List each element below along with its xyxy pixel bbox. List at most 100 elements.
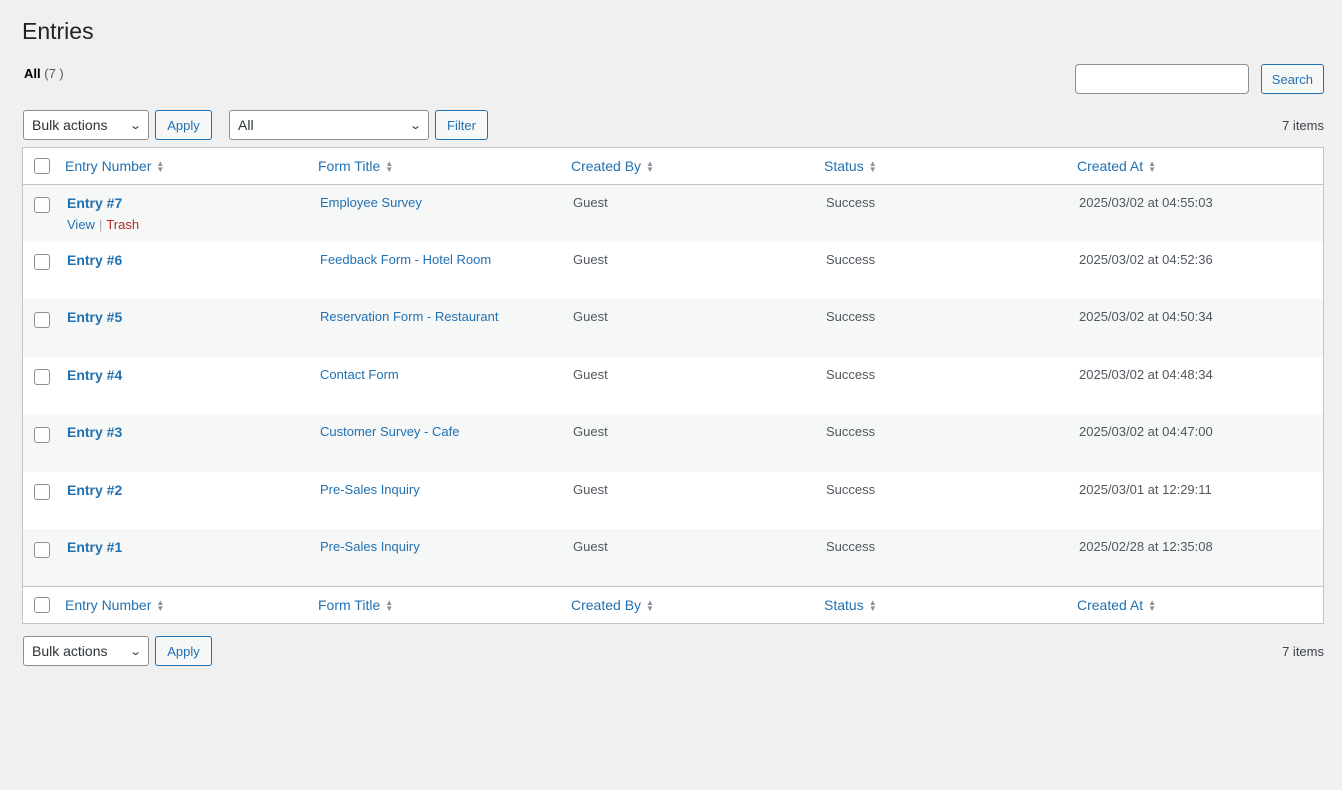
search-button[interactable]: Search (1260, 64, 1324, 94)
column-header-status[interactable]: Status ▲ ▼ (814, 148, 1067, 184)
tablenav-bottom: Bulk actions ⌄ Apply 7 items (23, 636, 1324, 666)
table-row: Entry #2 Pre-Sales Inquiry Guest Success… (23, 471, 1323, 529)
created-at-cell: 2025/03/02 at 04:55:03 (1079, 194, 1213, 210)
column-header-entry-number[interactable]: Entry Number ▲ ▼ (55, 148, 308, 184)
search-input[interactable] (1074, 64, 1249, 94)
status-cell: Success (826, 251, 876, 267)
form-title-link[interactable]: Contact Form (320, 367, 399, 382)
column-footer-form-title[interactable]: Form Title ▲ ▼ (308, 587, 561, 623)
search-box: Search (1074, 64, 1324, 94)
chevron-down-icon: ⌄ (128, 119, 142, 132)
sort-icon[interactable]: ▲ ▼ (385, 599, 393, 613)
table-row: Entry #7 View | Trash Employee Survey Gues… (23, 184, 1323, 242)
apply-button[interactable]: Apply (155, 110, 212, 140)
entry-link[interactable]: Entry #3 (67, 424, 122, 440)
row-checkbox[interactable] (34, 541, 50, 558)
entry-link[interactable]: Entry #6 (67, 252, 122, 268)
sort-icon[interactable]: ▲ ▼ (156, 599, 164, 613)
status-cell: Success (826, 424, 876, 439)
table-footer-row: Entry Number ▲ ▼ Form Title ▲ ▼ Created By ▲ ▼… (23, 586, 1323, 623)
form-filter-value: All (238, 117, 254, 133)
view-all-label[interactable]: All (24, 66, 41, 81)
sort-icon[interactable]: ▲ ▼ (646, 599, 654, 613)
created-at-cell: 2025/03/02 at 04:47:00 (1079, 424, 1213, 439)
apply-button-bottom[interactable]: Apply (155, 636, 212, 666)
entry-link[interactable]: Entry #2 (67, 482, 122, 498)
form-title-link[interactable]: Customer Survey - Cafe (320, 424, 459, 439)
bulk-actions-select-bottom[interactable]: Bulk actions ⌄ (23, 636, 149, 666)
row-checkbox[interactable] (34, 426, 50, 443)
column-footer-status[interactable]: Status ▲ ▼ (814, 587, 1067, 623)
select-all-checkbox[interactable] (34, 597, 50, 614)
form-title-link[interactable]: Reservation Form - Restaurant (320, 309, 498, 324)
entry-link[interactable]: Entry #7 (67, 195, 122, 211)
created-by-cell: Guest (573, 424, 608, 439)
status-cell: Success (826, 366, 876, 382)
bulk-actions-select[interactable]: Bulk actions ⌄ (23, 110, 149, 140)
row-checkbox[interactable] (34, 369, 50, 386)
sort-icon[interactable]: ▲ ▼ (385, 160, 393, 174)
view-filter-all[interactable]: All (7 ) (24, 66, 64, 81)
column-footer-created-at[interactable]: Created At ▲ ▼ (1067, 587, 1323, 623)
sort-icon[interactable]: ▲ ▼ (869, 160, 877, 174)
column-header-form-title[interactable]: Form Title ▲ ▼ (308, 148, 561, 184)
status-cell: Success (826, 194, 876, 210)
table-row: Entry #5 Reservation Form - Restaurant G… (23, 299, 1323, 357)
items-count: 7 items (1282, 117, 1324, 133)
sort-icon[interactable]: ▲ ▼ (1148, 599, 1156, 613)
row-checkbox[interactable] (34, 311, 50, 328)
sort-icon[interactable]: ▲ ▼ (1148, 160, 1156, 174)
column-header-created-by[interactable]: Created By ▲ ▼ (561, 148, 814, 184)
items-count: 7 items (1282, 643, 1324, 659)
created-at-cell: 2025/02/28 at 12:35:08 (1079, 539, 1213, 554)
row-actions-separator: | (98, 216, 103, 232)
sort-icon[interactable]: ▲ ▼ (869, 599, 877, 613)
sort-icon[interactable]: ▲ ▼ (646, 160, 654, 174)
bulk-actions-value: Bulk actions (32, 643, 108, 659)
row-actions: View | Trash (67, 217, 308, 232)
view-all-count: (7 ) (44, 66, 64, 81)
status-cell: Success (826, 539, 876, 554)
created-at-cell: 2025/03/02 at 04:48:34 (1079, 366, 1213, 382)
chevron-down-icon: ⌄ (128, 645, 142, 658)
created-by-cell: Guest (573, 366, 608, 382)
bulk-actions-value: Bulk actions (32, 117, 108, 133)
created-by-cell: Guest (573, 194, 608, 210)
column-header-created-at[interactable]: Created At ▲ ▼ (1067, 148, 1323, 184)
table-row: Entry #6 Feedback Form - Hotel Room Gues… (23, 241, 1323, 299)
created-at-cell: 2025/03/02 at 04:52:36 (1079, 251, 1213, 267)
tablenav-top: Bulk actions ⌄ Apply All ⌄ Filter 7 item… (23, 110, 1324, 140)
status-cell: Success (826, 481, 876, 497)
entry-link[interactable]: Entry #5 (67, 309, 122, 325)
form-title-link[interactable]: Pre-Sales Inquiry (320, 539, 420, 554)
row-checkbox[interactable] (34, 254, 50, 271)
form-title-link[interactable]: Feedback Form - Hotel Room (320, 252, 491, 267)
table-row: Entry #3 Customer Survey - Cafe Guest Su… (23, 414, 1323, 472)
table-header-row: Entry Number ▲ ▼ Form Title ▲ ▼ Created By ▲ ▼… (23, 148, 1323, 184)
sort-icon[interactable]: ▲ ▼ (156, 160, 164, 174)
filter-button[interactable]: Filter (435, 110, 488, 140)
row-checkbox[interactable] (34, 197, 50, 214)
entry-link[interactable]: Entry #4 (67, 367, 122, 383)
created-by-cell: Guest (573, 481, 608, 497)
column-footer-created-by[interactable]: Created By ▲ ▼ (561, 587, 814, 623)
created-at-cell: 2025/03/02 at 04:50:34 (1079, 309, 1213, 324)
trash-link[interactable]: Trash (106, 217, 139, 232)
view-link[interactable]: View (67, 217, 95, 232)
select-all-cell (23, 148, 55, 184)
form-title-link[interactable]: Pre-Sales Inquiry (320, 482, 420, 497)
status-cell: Success (826, 309, 876, 324)
column-footer-entry-number[interactable]: Entry Number ▲ ▼ (55, 587, 308, 623)
created-by-cell: Guest (573, 309, 608, 324)
row-checkbox[interactable] (34, 484, 50, 501)
created-by-cell: Guest (573, 539, 608, 554)
form-title-link[interactable]: Employee Survey (320, 195, 422, 210)
form-filter-select[interactable]: All ⌄ (229, 110, 429, 140)
select-all-checkbox[interactable] (34, 158, 50, 175)
page-title: Entries (22, 18, 94, 44)
entries-table: Entry Number ▲ ▼ Form Title ▲ ▼ Created By ▲ ▼… (22, 147, 1324, 624)
table-row: Entry #4 Contact Form Guest Success 2025… (23, 356, 1323, 414)
created-by-cell: Guest (573, 251, 608, 267)
chevron-down-icon: ⌄ (408, 119, 422, 132)
entry-link[interactable]: Entry #1 (67, 539, 122, 555)
